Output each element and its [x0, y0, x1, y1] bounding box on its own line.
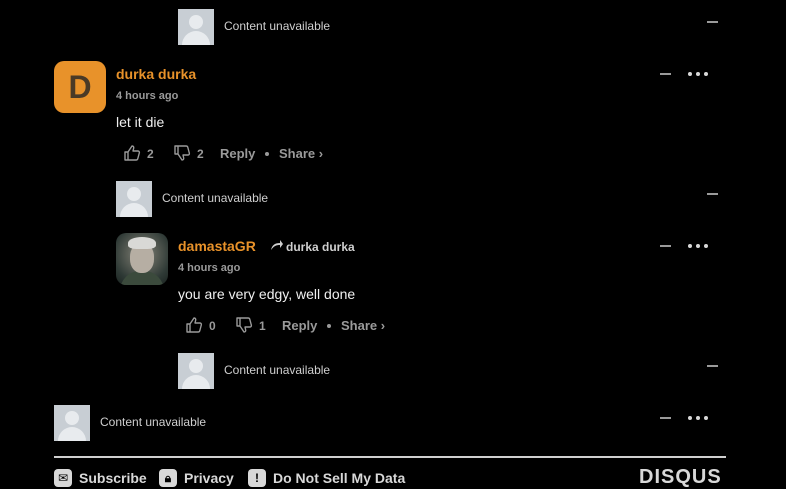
share-button[interactable]: Share › [279, 146, 323, 161]
collapse-button[interactable] [660, 417, 671, 419]
upvote-count: 2 [147, 147, 154, 161]
placeholder-avatar [178, 353, 214, 389]
downvote-count: 1 [259, 319, 266, 333]
more-options-button[interactable] [688, 244, 710, 250]
content-unavailable-text: Content unavailable [224, 363, 331, 377]
downvote-count: 2 [197, 147, 204, 161]
comment-message: let it die [116, 114, 165, 130]
comment-timestamp[interactable]: 4 hours ago [116, 90, 178, 102]
content-unavailable-text: Content unavailable [224, 19, 331, 33]
subscribe-link[interactable]: Subscribe [79, 470, 147, 486]
more-options-button[interactable] [688, 72, 710, 78]
separator-dot [265, 152, 269, 156]
thumbs-down-icon[interactable] [173, 144, 191, 162]
warning-icon[interactable]: ! [248, 469, 266, 487]
avatar[interactable]: D [54, 61, 106, 113]
disqus-logo[interactable]: DISQUS [639, 466, 722, 489]
more-options-button[interactable] [688, 416, 710, 422]
collapse-button[interactable] [707, 365, 718, 367]
placeholder-avatar [116, 181, 152, 217]
collapse-button[interactable] [660, 73, 671, 75]
collapse-button[interactable] [707, 21, 718, 23]
content-unavailable-text: Content unavailable [100, 415, 207, 429]
placeholder-avatar [178, 9, 214, 45]
reply-to-author[interactable]: durka durka [286, 240, 355, 254]
collapse-button[interactable] [660, 245, 671, 247]
footer-divider [54, 456, 726, 458]
upvote-count: 0 [209, 319, 216, 333]
reply-arrow-icon [271, 240, 283, 250]
envelope-icon[interactable]: ✉ [54, 469, 72, 487]
content-unavailable-text: Content unavailable [162, 191, 269, 205]
placeholder-avatar [54, 405, 90, 441]
privacy-link[interactable]: Privacy [184, 470, 234, 486]
comment-author[interactable]: damastaGR [178, 238, 256, 254]
lock-icon[interactable]: 🔒︎ [159, 469, 177, 487]
comment-timestamp[interactable]: 4 hours ago [178, 262, 240, 274]
thumbs-down-icon[interactable] [235, 316, 253, 334]
avatar[interactable] [116, 233, 168, 285]
comment-message: you are very edgy, well done [178, 286, 356, 302]
separator-dot [327, 324, 331, 328]
reply-button[interactable]: Reply [220, 146, 255, 161]
thumbs-up-icon[interactable] [185, 316, 203, 334]
thumbs-up-icon[interactable] [123, 144, 141, 162]
comment-author[interactable]: durka durka [116, 66, 196, 82]
reply-button[interactable]: Reply [282, 318, 317, 333]
share-button[interactable]: Share › [341, 318, 385, 333]
collapse-button[interactable] [707, 193, 718, 195]
do-not-sell-link[interactable]: Do Not Sell My Data [273, 470, 405, 486]
